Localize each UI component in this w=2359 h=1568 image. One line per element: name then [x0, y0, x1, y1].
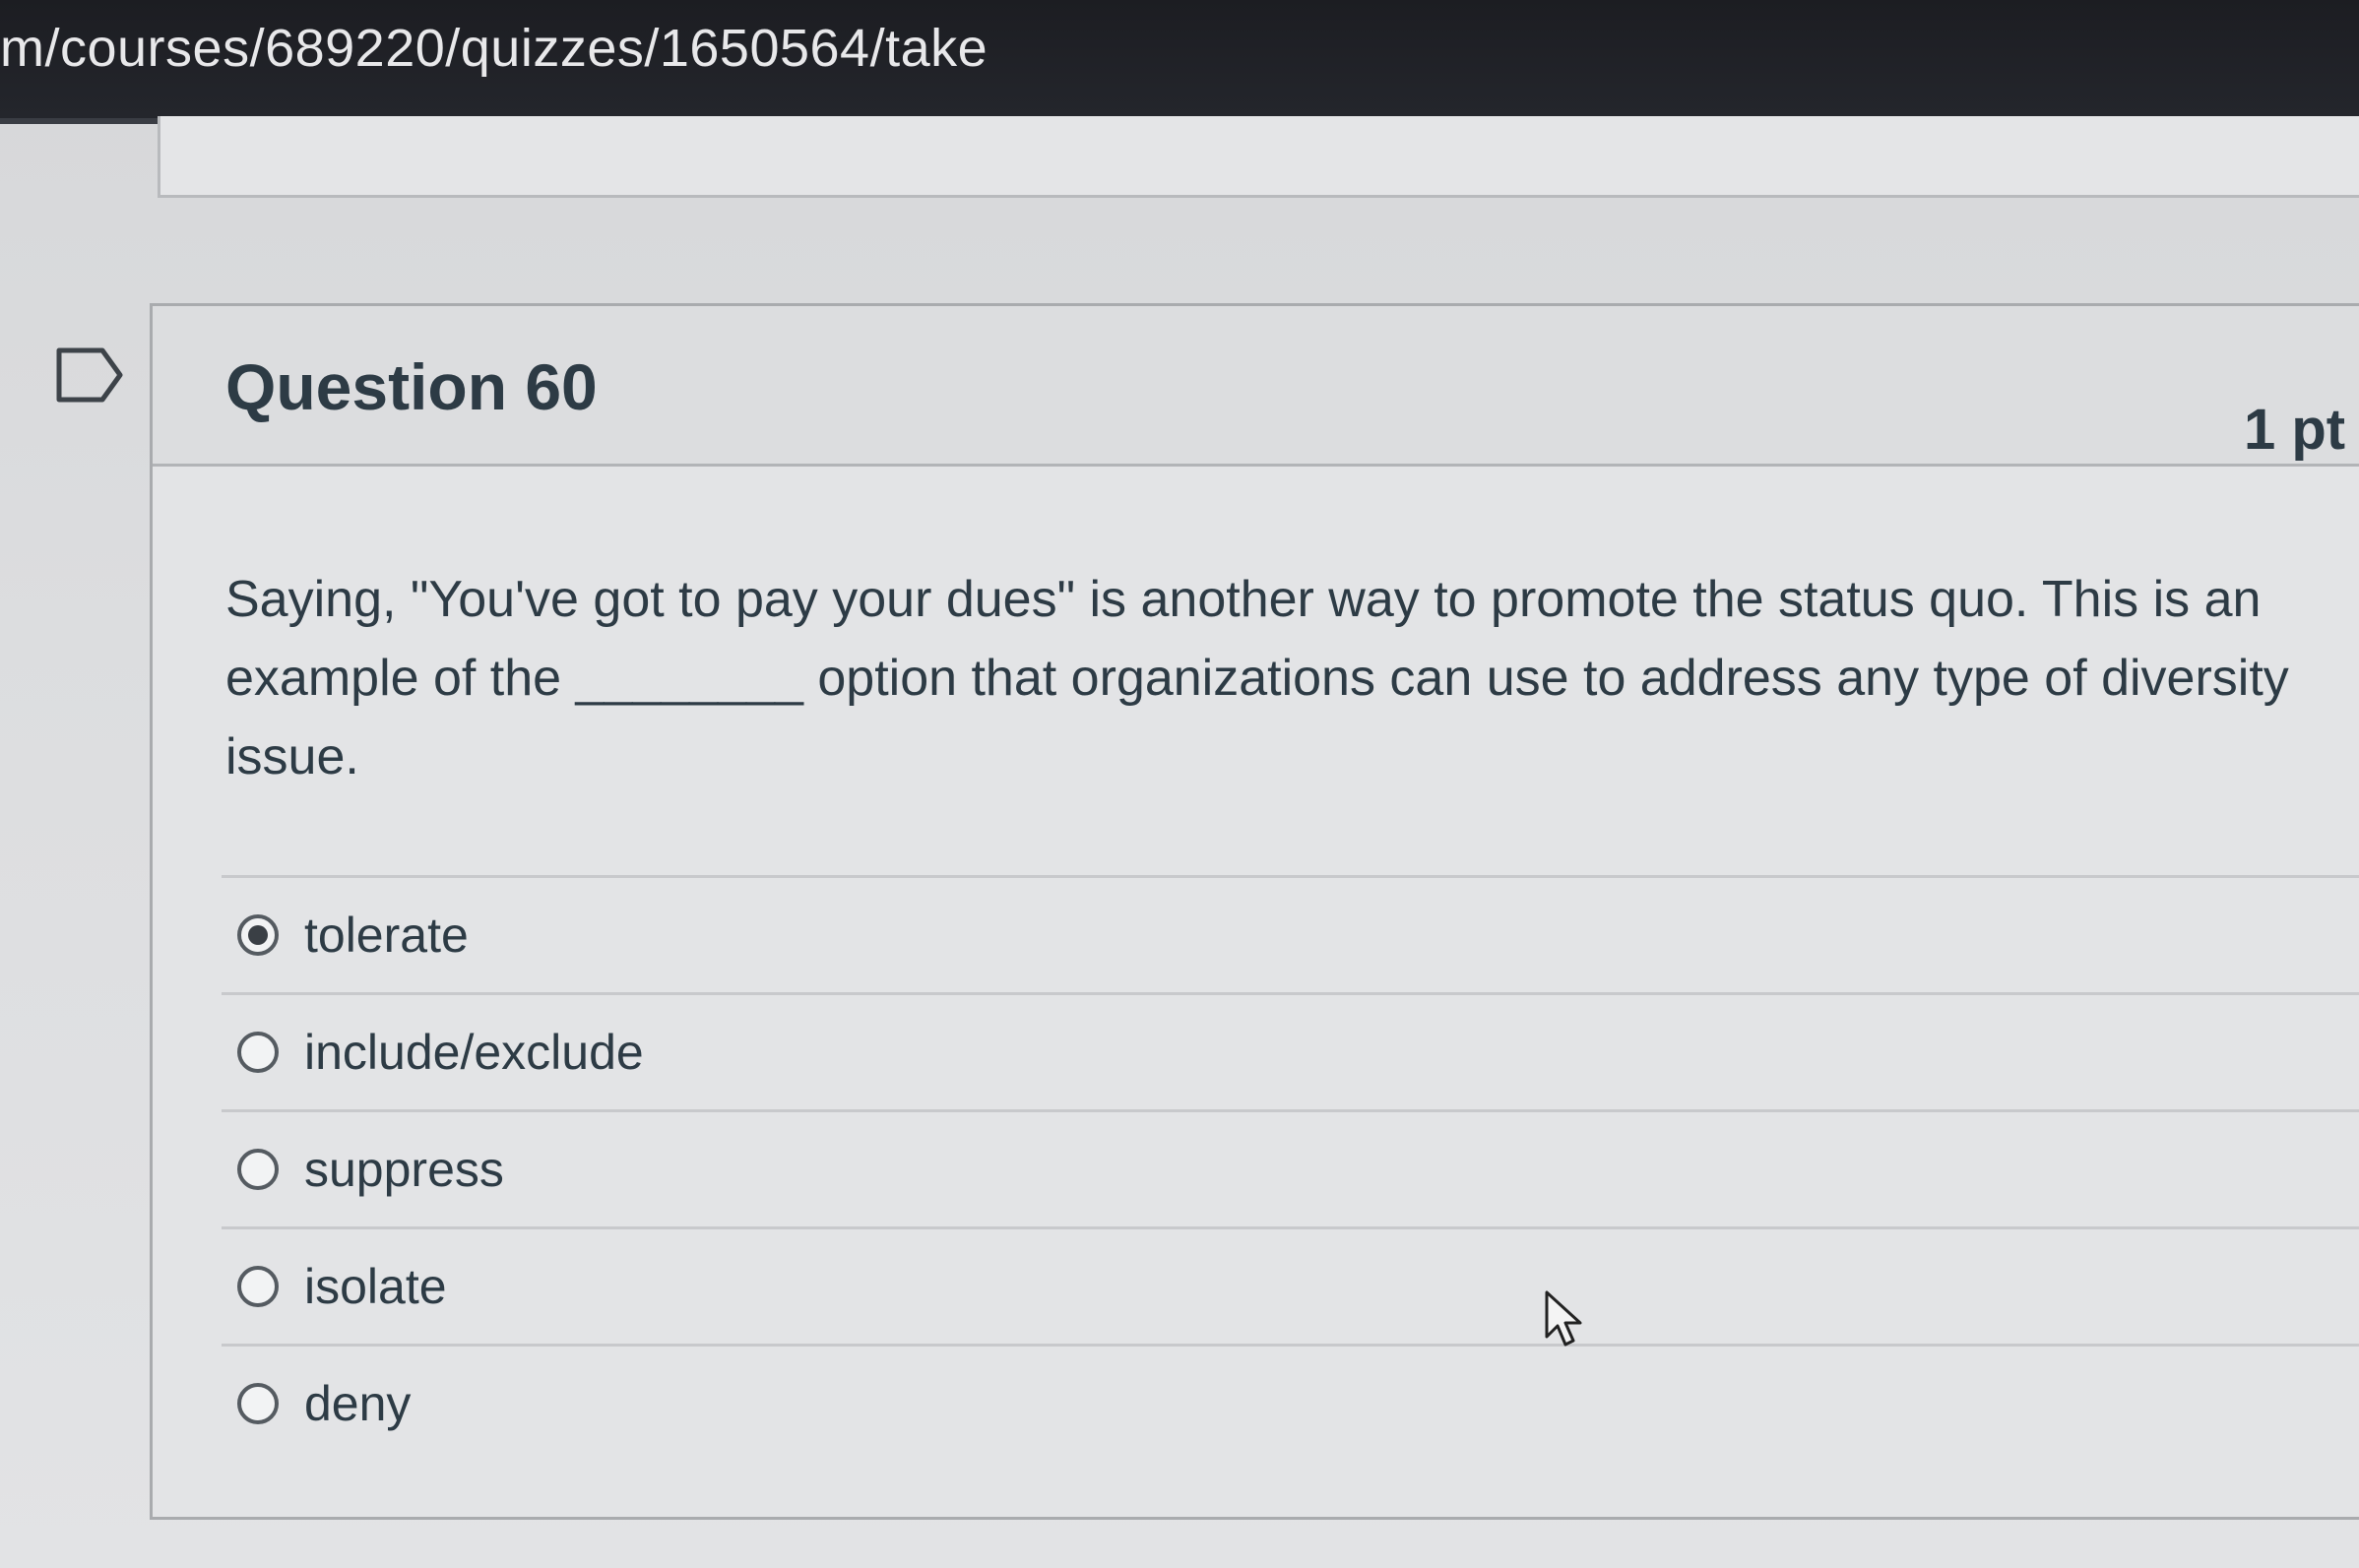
answer-label[interactable]: suppress	[304, 1141, 504, 1198]
answer-label[interactable]: deny	[304, 1375, 411, 1432]
answer-label[interactable]: tolerate	[304, 907, 469, 964]
answer-option-suppress[interactable]: suppress	[222, 1109, 2359, 1226]
answer-option-include-exclude[interactable]: include/exclude	[222, 992, 2359, 1109]
screen: m/courses/689220/quizzes/1650564/take Qu…	[0, 0, 2359, 1568]
answer-label[interactable]: isolate	[304, 1258, 447, 1315]
url-text[interactable]: m/courses/689220/quizzes/1650564/take	[0, 18, 988, 79]
browser-address-bar[interactable]: m/courses/689220/quizzes/1650564/take	[0, 0, 2359, 124]
question-title: Question 60	[225, 350, 598, 423]
question-card: Question 60 1 pt Saying, "You've got to …	[150, 303, 2359, 1520]
answer-option-tolerate[interactable]: tolerate	[222, 875, 2359, 992]
mouse-pointer-icon	[1545, 1290, 1582, 1347]
radio-button[interactable]	[237, 1149, 279, 1190]
radio-button[interactable]	[237, 1383, 279, 1424]
radio-button[interactable]	[237, 1266, 279, 1307]
flag-icon[interactable]	[55, 346, 124, 404]
question-points: 1 pt	[2244, 398, 2346, 462]
question-header: Question 60 1 pt	[153, 306, 2359, 467]
answer-option-deny[interactable]: deny	[222, 1344, 2359, 1461]
answer-option-isolate[interactable]: isolate	[222, 1226, 2359, 1344]
answer-label[interactable]: include/exclude	[304, 1024, 644, 1081]
question-text: Saying, "You've got to pay your dues" is…	[225, 571, 2289, 785]
radio-button[interactable]	[237, 1032, 279, 1073]
answer-list: tolerate include/exclude suppress isolat…	[222, 875, 2359, 1461]
radio-button-selected[interactable]	[237, 914, 279, 956]
top-panel	[158, 116, 2359, 198]
